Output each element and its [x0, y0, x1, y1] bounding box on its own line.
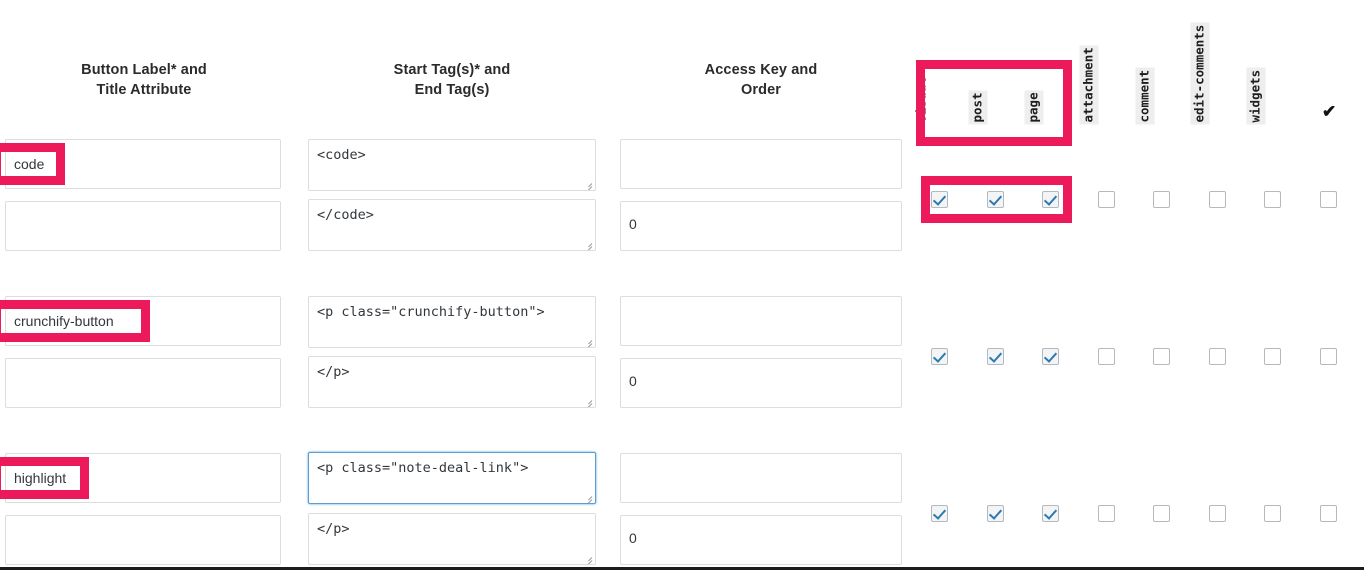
end-tag-textarea-row-2[interactable]: </p>: [308, 356, 596, 408]
column-header-attachment-label: attachment: [1079, 44, 1098, 124]
checkbox-page-row-2[interactable]: [1042, 348, 1059, 365]
resize-grip-icon[interactable]: [582, 335, 593, 347]
title-attribute-input-row-2[interactable]: [5, 358, 281, 408]
order-input-row-2[interactable]: 0: [620, 358, 902, 408]
end-tag-text-row-2: </p>: [317, 364, 350, 380]
column-header-edit-comments: edit-comments: [1190, 4, 1227, 124]
checkbox-visual-row-2[interactable]: [931, 348, 948, 365]
start-tag-text-row-3: <p class="note-deal-link">: [317, 460, 529, 476]
order-input-row-1[interactable]: 0: [620, 201, 902, 251]
resize-grip-icon[interactable]: [582, 238, 593, 250]
resize-grip-icon[interactable]: [582, 395, 593, 407]
title-attribute-input-row-1[interactable]: [5, 201, 281, 251]
end-tag-textarea-row-3[interactable]: </p>: [308, 513, 596, 565]
column-header-post: post: [968, 4, 1005, 124]
column-header-button-label-line1: Button Label* and: [81, 62, 207, 78]
column-header-button-label: Button Label* and Title Attribute: [6, 60, 282, 100]
button-label-input-row-1[interactable]: code: [5, 139, 281, 189]
start-tag-textarea-row-3[interactable]: <p class="note-deal-link">: [308, 452, 596, 504]
column-header-page-label: page: [1024, 89, 1043, 124]
start-tag-text-row-2: <p class="crunchify-button">: [317, 304, 545, 320]
checkbox-select-row-1[interactable]: [1320, 191, 1337, 208]
checkbox-attachment-row-2[interactable]: [1098, 348, 1115, 365]
checkbox-post-row-3[interactable]: [987, 505, 1004, 522]
column-header-visual-label: Visual: [913, 76, 929, 122]
column-header-start-tag-line2: End Tag(s): [414, 82, 490, 98]
column-header-post-label: post: [968, 89, 987, 124]
column-header-page: page: [1024, 4, 1061, 124]
checkbox-attachment-row-3[interactable]: [1098, 505, 1115, 522]
checkbox-comment-row-1[interactable]: [1153, 191, 1170, 208]
column-header-start-tag-line1: Start Tag(s)* and: [393, 62, 511, 78]
start-tag-textarea-row-2[interactable]: <p class="crunchify-button">: [308, 296, 596, 348]
end-tag-textarea-row-1[interactable]: </code>: [308, 199, 596, 251]
column-header-access-key-line1: Access Key and: [704, 62, 818, 78]
checkbox-comment-row-2[interactable]: [1153, 348, 1170, 365]
column-header-edit-comments-label: edit-comments: [1190, 22, 1209, 124]
checkbox-attachment-row-1[interactable]: [1098, 191, 1115, 208]
checkbox-widgets-row-2[interactable]: [1264, 348, 1281, 365]
checkbox-post-row-1[interactable]: [987, 191, 1004, 208]
checkbox-comment-row-3[interactable]: [1153, 505, 1170, 522]
column-header-comment-label: comment: [1135, 67, 1154, 124]
column-header-access-key: Access Key and Order: [620, 60, 902, 100]
column-header-widgets: widgets: [1246, 4, 1283, 124]
end-tag-text-row-1: </code>: [317, 207, 374, 223]
checkbox-page-row-1[interactable]: [1042, 191, 1059, 208]
button-label-input-row-3[interactable]: highlight: [5, 453, 281, 503]
checkbox-edit-comments-row-3[interactable]: [1209, 505, 1226, 522]
column-header-access-key-line2: Order: [741, 82, 781, 98]
resize-grip-icon[interactable]: [582, 552, 593, 564]
resize-grip-icon[interactable]: [582, 178, 593, 190]
select-all-check-icon[interactable]: ✔: [1322, 103, 1336, 120]
title-attribute-input-row-3[interactable]: [5, 515, 281, 565]
resize-grip-icon[interactable]: [582, 491, 593, 503]
quicktags-settings-table: Button Label* and Title Attribute Start …: [0, 0, 1364, 570]
checkbox-widgets-row-1[interactable]: [1264, 191, 1281, 208]
checkbox-widgets-row-3[interactable]: [1264, 505, 1281, 522]
start-tag-textarea-row-1[interactable]: <code>: [308, 139, 596, 191]
order-input-row-3[interactable]: 0: [620, 515, 902, 565]
checkbox-edit-comments-row-2[interactable]: [1209, 348, 1226, 365]
checkbox-visual-row-3[interactable]: [931, 505, 948, 522]
access-key-input-row-3[interactable]: [620, 453, 902, 503]
start-tag-text-row-1: <code>: [317, 147, 366, 163]
end-tag-text-row-3: </p>: [317, 521, 350, 537]
column-header-comment: comment: [1135, 4, 1172, 124]
button-label-input-row-2[interactable]: crunchify-button: [5, 296, 281, 346]
column-header-visual: Visual: [914, 4, 949, 124]
access-key-input-row-2[interactable]: [620, 296, 902, 346]
column-header-widgets-label: widgets: [1246, 67, 1265, 124]
checkbox-select-row-2[interactable]: [1320, 348, 1337, 365]
access-key-input-row-1[interactable]: [620, 139, 902, 189]
checkbox-visual-row-1[interactable]: [931, 191, 948, 208]
checkbox-edit-comments-row-1[interactable]: [1209, 191, 1226, 208]
column-header-start-tag: Start Tag(s)* and End Tag(s): [308, 60, 596, 100]
checkbox-page-row-3[interactable]: [1042, 505, 1059, 522]
column-header-attachment: attachment: [1079, 4, 1116, 124]
checkbox-select-row-3[interactable]: [1320, 505, 1337, 522]
column-header-button-label-line2: Title Attribute: [96, 82, 192, 98]
checkbox-post-row-2[interactable]: [987, 348, 1004, 365]
